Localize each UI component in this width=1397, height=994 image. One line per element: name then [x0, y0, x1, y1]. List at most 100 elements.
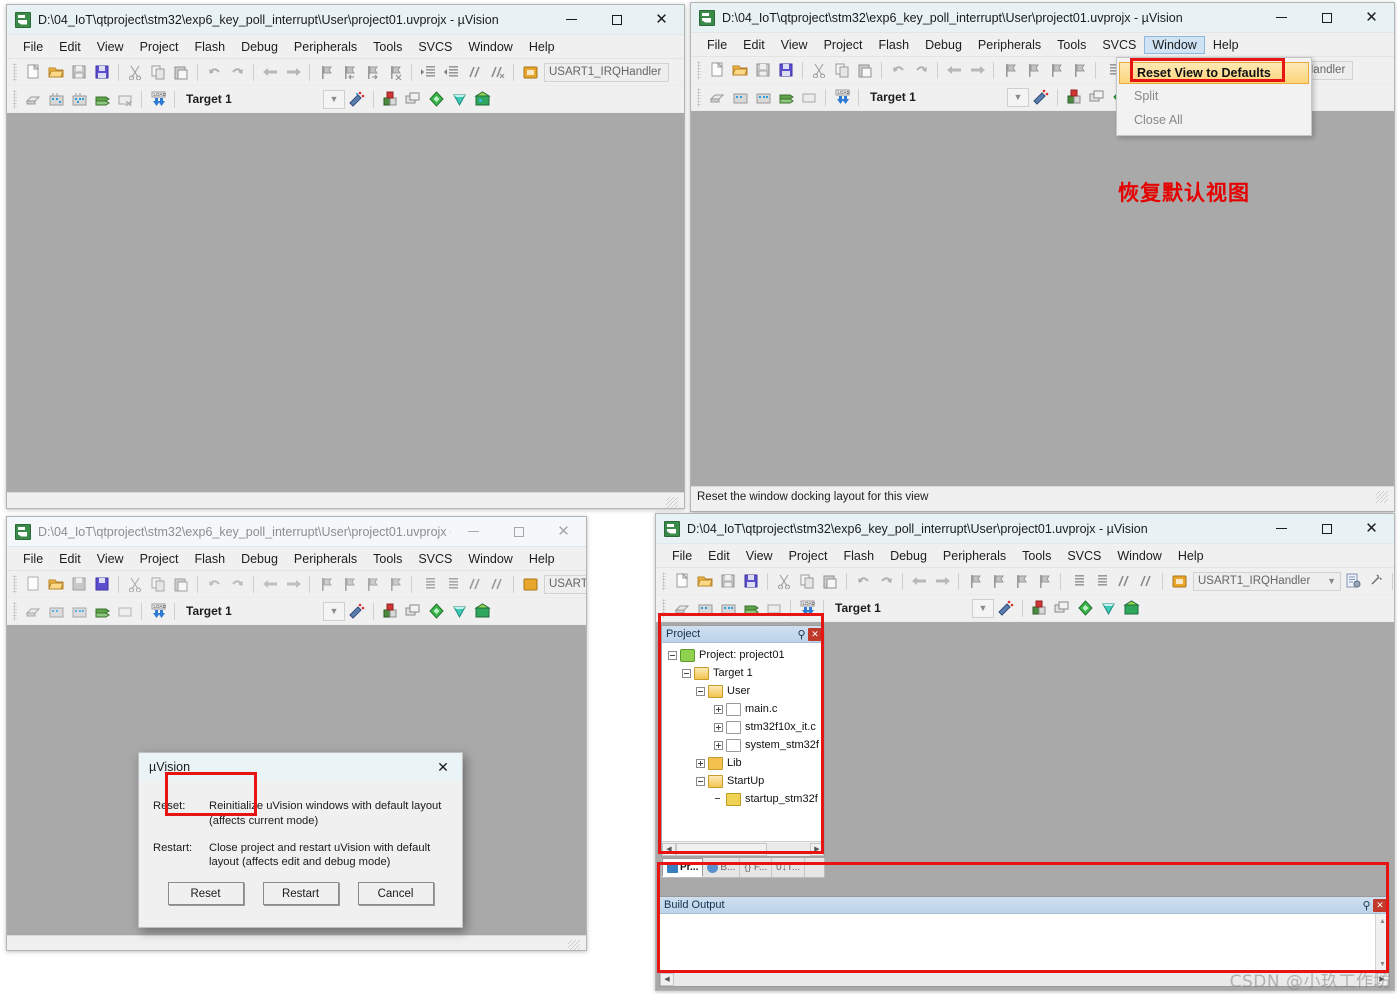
build-icon[interactable] — [45, 89, 67, 110]
main-toolbar[interactable]: USART1_IRQHandler — [7, 59, 684, 86]
menu-peripherals[interactable]: Peripherals — [286, 550, 365, 568]
function-combo[interactable]: USART1_IRQHandler — [544, 574, 586, 594]
manage-components-icon[interactable] — [1028, 598, 1050, 619]
bookmark-next-icon[interactable] — [1010, 571, 1032, 592]
menu-tools[interactable]: Tools — [1014, 547, 1059, 565]
expander-minus-icon[interactable] — [668, 650, 677, 660]
navigate-back-icon[interactable] — [259, 574, 281, 595]
stop-build-icon[interactable] — [114, 89, 136, 110]
menu-view[interactable]: View — [89, 550, 132, 568]
expander-plus-icon[interactable] — [714, 704, 723, 714]
batch-build-icon[interactable] — [775, 87, 797, 108]
copy-icon[interactable] — [796, 571, 818, 592]
target-selector[interactable]: Target 1 — [864, 90, 1006, 104]
tree-node-startup-stm32f[interactable]: startup_stm32f — [666, 790, 824, 808]
build-toolbar[interactable]: LOAD Target 1 ▼ — [7, 86, 684, 113]
menu-peripherals[interactable]: Peripherals — [970, 36, 1049, 54]
maximize-icon[interactable] — [1304, 514, 1349, 544]
bookmark-prev-icon[interactable] — [987, 571, 1009, 592]
tree-node-stm32f10x-it-c[interactable]: stm32f10x_it.c — [666, 718, 824, 736]
tree-node-startup[interactable]: StartUp — [666, 772, 824, 790]
download-icon[interactable]: LOAD — [147, 601, 169, 622]
download-icon[interactable]: LOAD — [796, 598, 818, 619]
menu-view[interactable]: View — [738, 547, 781, 565]
menu-help[interactable]: Help — [1170, 547, 1212, 565]
minimize-icon[interactable] — [1259, 514, 1304, 544]
copy-icon[interactable] — [831, 60, 853, 81]
bookmark-toggle-icon[interactable] — [999, 60, 1021, 81]
menu-debug[interactable]: Debug — [233, 38, 286, 56]
open-file-icon[interactable] — [45, 574, 67, 595]
menu-tools[interactable]: Tools — [365, 38, 410, 56]
rebuild-icon[interactable] — [717, 598, 739, 619]
manage-components-icon[interactable] — [1063, 87, 1085, 108]
menu-bar[interactable]: File Edit View Project Flash Debug Perip… — [691, 33, 1394, 57]
expander-plus-icon[interactable] — [696, 758, 705, 768]
menu-edit[interactable]: Edit — [735, 36, 773, 54]
minimize-icon[interactable] — [451, 517, 496, 547]
window-controls[interactable]: ✕ — [549, 5, 684, 35]
redo-icon[interactable] — [875, 571, 897, 592]
undo-icon[interactable] — [203, 62, 225, 83]
close-icon[interactable]: ✕ — [430, 754, 456, 780]
menu-bar[interactable]: File Edit View Project Flash Debug Perip… — [656, 544, 1394, 568]
menu-edit[interactable]: Edit — [51, 38, 89, 56]
close-icon[interactable]: ✕ — [1373, 898, 1387, 912]
build-toolbar[interactable]: LOAD Target 1 ▼ — [7, 598, 586, 625]
rebuild-icon[interactable] — [68, 601, 90, 622]
new-file-icon[interactable] — [671, 571, 693, 592]
menu-bar[interactable]: File Edit View Project Flash Debug Perip… — [7, 547, 586, 571]
menu-project[interactable]: Project — [816, 36, 871, 54]
bookmark-prev-icon[interactable] — [1022, 60, 1044, 81]
menu-item-reset-view-to-defaults[interactable]: Reset View to Defaults — [1119, 62, 1309, 84]
build-toolbar[interactable]: LOAD Target 1 ▼ — [656, 595, 1394, 622]
reset-button[interactable]: Reset — [167, 882, 244, 906]
download-icon[interactable]: LOAD — [147, 89, 169, 110]
bookmark-toggle-icon[interactable] — [964, 571, 986, 592]
batch-build-icon[interactable] — [740, 598, 762, 619]
window-controls[interactable]: ✕ — [451, 517, 586, 547]
save-all-icon[interactable] — [91, 62, 113, 83]
multi-project-icon[interactable] — [402, 601, 424, 622]
menu-flash[interactable]: Flash — [186, 550, 233, 568]
menu-help[interactable]: Help — [1205, 36, 1247, 54]
scroll-track[interactable] — [676, 842, 810, 856]
menu-flash[interactable]: Flash — [835, 547, 882, 565]
menu-flash[interactable]: Flash — [186, 38, 233, 56]
expander-plus-icon[interactable] — [714, 740, 723, 750]
navigate-back-icon[interactable] — [943, 60, 965, 81]
main-toolbar[interactable]: USART1_IRQHandler — [7, 571, 586, 598]
redo-icon[interactable] — [910, 60, 932, 81]
window-menu-dropdown[interactable]: Reset View to Defaults Split Close All — [1116, 57, 1312, 136]
pin-icon[interactable]: ⚲ — [1360, 899, 1373, 912]
function-combo[interactable]: USART1_IRQHandler — [544, 62, 669, 82]
download-icon[interactable]: LOAD — [831, 87, 853, 108]
manage-run-time-icon[interactable] — [448, 89, 470, 110]
target-selector[interactable]: Target 1 — [180, 604, 322, 618]
options-for-target-icon[interactable] — [346, 601, 368, 622]
minimize-icon[interactable] — [1259, 3, 1304, 33]
menu-item-split[interactable]: Split — [1117, 84, 1311, 108]
navigate-forward-icon[interactable] — [966, 60, 988, 81]
open-file-icon[interactable] — [45, 62, 67, 83]
save-icon[interactable] — [68, 62, 90, 83]
toolbar-grip[interactable] — [662, 571, 666, 591]
menu-file[interactable]: File — [699, 36, 735, 54]
menu-edit[interactable]: Edit — [51, 550, 89, 568]
goto-definition-icon[interactable] — [519, 574, 541, 595]
expander-plus-icon[interactable] — [714, 722, 723, 732]
tree-node-target[interactable]: Target 1 — [666, 664, 824, 682]
undo-icon[interactable] — [887, 60, 909, 81]
bookmark-clear-icon[interactable] — [1033, 571, 1055, 592]
cut-icon[interactable] — [124, 574, 146, 595]
target-dropdown-icon[interactable]: ▼ — [323, 601, 345, 621]
paste-icon[interactable] — [819, 571, 841, 592]
copy-icon[interactable] — [147, 62, 169, 83]
bookmark-prev-icon[interactable] — [338, 62, 360, 83]
menu-peripherals[interactable]: Peripherals — [286, 38, 365, 56]
redo-icon[interactable] — [226, 62, 248, 83]
goto-definition-icon[interactable] — [519, 62, 541, 83]
toolbar-grip[interactable] — [13, 89, 17, 109]
comment-icon[interactable] — [463, 62, 485, 83]
pack-manager-icon[interactable] — [471, 89, 493, 110]
